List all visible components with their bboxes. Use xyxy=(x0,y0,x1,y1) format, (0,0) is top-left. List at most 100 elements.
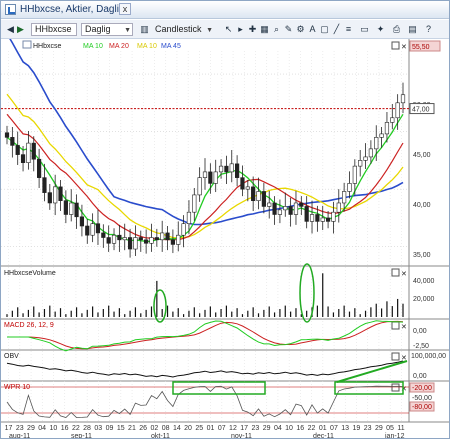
candle-body xyxy=(288,206,293,215)
candle-body xyxy=(37,158,42,178)
candle-body xyxy=(267,202,272,207)
candle-body xyxy=(133,237,138,250)
x-day-label: 04 xyxy=(38,425,46,432)
candle-body xyxy=(352,165,357,184)
save-icon[interactable]: ▤ xyxy=(407,24,418,35)
candle-body xyxy=(213,171,218,184)
line-icon[interactable]: ╱ xyxy=(331,24,342,35)
macd-panel-label: MACD 26, 12, 9 xyxy=(4,322,54,329)
chart-type-select[interactable]: Candlestick ▼ xyxy=(151,23,215,36)
candle-body xyxy=(293,202,299,215)
macd-maximize-icon[interactable] xyxy=(391,321,400,330)
legend-ma45: MA 45 xyxy=(161,43,181,50)
x-day-label: 21 xyxy=(128,425,136,432)
candle-body xyxy=(31,142,36,160)
candle-body xyxy=(10,137,15,146)
close-button[interactable]: x xyxy=(119,3,131,15)
legend-ma-yellow: MA 10 xyxy=(137,43,157,50)
x-day-label: 01 xyxy=(207,425,215,432)
chart-window: HHbxcse, Aktier, Daglig x ◀ ▶ HHbxcse Da… xyxy=(0,0,450,439)
candle-body xyxy=(363,156,368,161)
candle-body xyxy=(117,234,122,241)
candle-body xyxy=(95,223,101,234)
chart-type-value: Candlestick xyxy=(155,24,202,34)
x-day-label: 13 xyxy=(341,425,349,432)
chart-area[interactable]: HHbxcse MA 10 MA 20 MA 10 MA 45 ✕ 55,50 … xyxy=(1,39,449,438)
candle-body xyxy=(256,191,261,201)
grid-icon[interactable]: ▦ xyxy=(259,24,270,35)
x-month-label: okt-11 xyxy=(151,433,170,438)
candle-body xyxy=(283,206,288,211)
candle-body xyxy=(331,211,336,222)
magnify-icon[interactable]: ⌕ xyxy=(271,24,282,35)
candle-body xyxy=(47,192,52,204)
draw-icon[interactable]: ✎ xyxy=(283,24,294,35)
tools-icon[interactable]: ⚙ xyxy=(295,24,306,35)
candle-body xyxy=(390,117,395,123)
x-day-label: 10 xyxy=(50,425,58,432)
candle-body xyxy=(374,137,379,150)
cursor-icon[interactable]: ↖ xyxy=(223,24,234,35)
candle-body xyxy=(106,237,111,244)
crosshair-icon[interactable]: ✚ xyxy=(247,24,258,35)
wpr-tick-80: -80,00 xyxy=(412,404,432,411)
period-value: Daglig xyxy=(85,24,111,34)
x-day-label: 08 xyxy=(162,425,170,432)
candle-body xyxy=(149,237,154,244)
x-day-label: 09 xyxy=(106,425,114,432)
candle-body xyxy=(165,232,170,241)
toolbar: ◀ ▶ HHbxcse Daglig ▼ ▥ Candlestick ▼ ↖ ▸… xyxy=(1,20,449,39)
text-icon[interactable]: A xyxy=(307,24,318,35)
chart-window-icon xyxy=(5,4,16,15)
candle-body xyxy=(90,223,95,236)
volume-tick-40000: 40,000 xyxy=(413,278,435,285)
candle-body xyxy=(229,163,234,173)
wpr-tick-20: -20,00 xyxy=(412,385,432,392)
volume-maximize-icon[interactable] xyxy=(391,268,400,277)
candle-body xyxy=(342,191,347,204)
obv-maximize-icon[interactable] xyxy=(391,352,400,361)
candle-body xyxy=(122,237,127,241)
candle-body xyxy=(368,148,373,158)
panel-close-icon[interactable]: ✕ xyxy=(401,44,407,51)
chevron-down-icon: ▼ xyxy=(124,27,131,34)
candle-body xyxy=(74,202,79,218)
print-icon[interactable]: ⎙ xyxy=(391,24,402,35)
x-day-label: 22 xyxy=(72,425,80,432)
shape-icon[interactable]: ▢ xyxy=(319,24,330,35)
macd-tick-minus: -2,50 xyxy=(413,343,429,350)
x-day-label: 04 xyxy=(274,425,282,432)
legend-ma10: MA 10 xyxy=(83,43,103,50)
macd-close-icon[interactable]: ✕ xyxy=(401,324,407,331)
x-day-label: 26 xyxy=(139,425,147,432)
candle-body xyxy=(160,232,165,241)
candle-body xyxy=(224,165,229,173)
help-icon[interactable]: ? xyxy=(423,24,434,35)
forward-icon[interactable]: ▶ xyxy=(15,24,26,35)
panel-maximize-icon[interactable] xyxy=(391,41,400,50)
wpr-maximize-icon[interactable] xyxy=(391,383,400,392)
period-select[interactable]: Daglig ▼ xyxy=(81,23,133,36)
candle-body xyxy=(400,94,406,104)
candle-body xyxy=(202,171,208,178)
settings-icon[interactable]: ✦ xyxy=(375,24,386,35)
candle-body xyxy=(138,237,143,241)
volume-close-icon[interactable]: ✕ xyxy=(401,271,407,278)
legend-symbol: HHbxcse xyxy=(33,43,62,50)
candle-body xyxy=(26,142,31,163)
candle-body xyxy=(218,165,224,173)
candle-body xyxy=(336,202,341,213)
candle-body xyxy=(79,216,85,227)
symbol-field[interactable]: HHbxcse xyxy=(31,23,77,36)
x-day-label: 16 xyxy=(61,425,69,432)
candle-body xyxy=(208,171,213,184)
wpr-panel-label: WPR 10 xyxy=(4,384,30,391)
candle-body xyxy=(63,200,68,215)
pointer-icon[interactable]: ▸ xyxy=(235,24,246,35)
volume-panel-label: HHbxcseVolume xyxy=(4,270,56,277)
candle-body xyxy=(176,234,181,245)
candle-body xyxy=(358,160,363,167)
ruler-icon[interactable]: ▭ xyxy=(359,24,370,35)
candle-body xyxy=(4,132,10,138)
fib-icon[interactable]: ≡ xyxy=(343,24,354,35)
